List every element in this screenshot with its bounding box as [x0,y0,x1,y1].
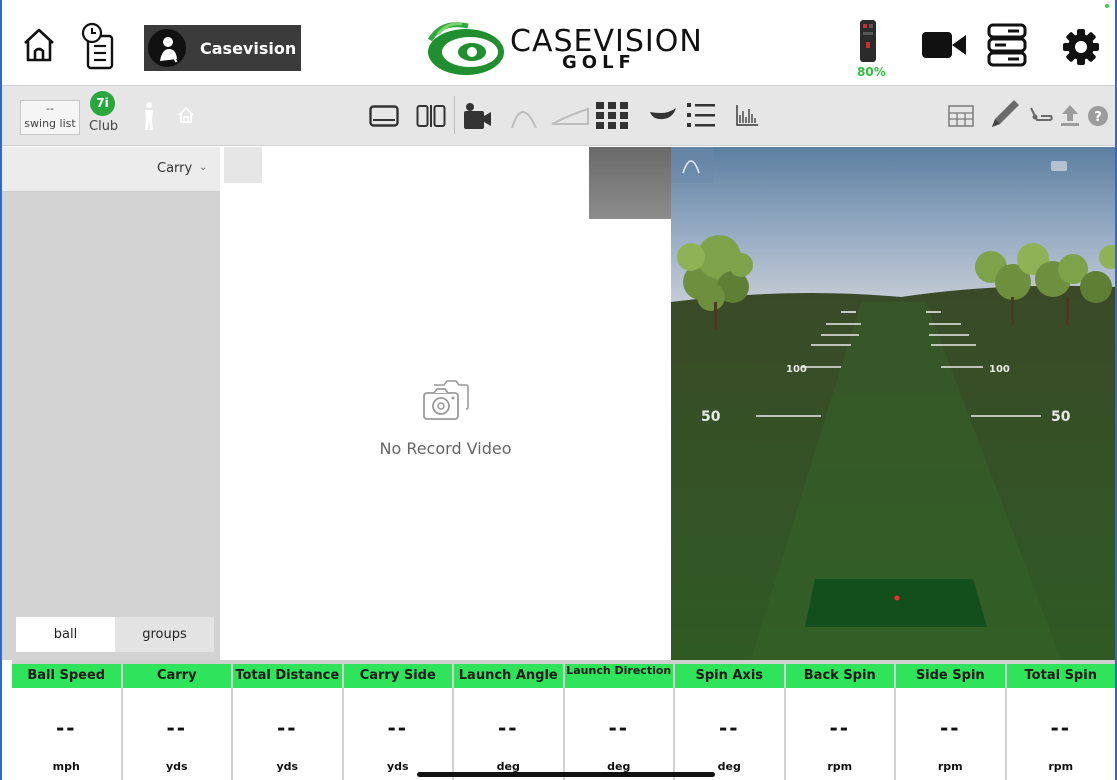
stat-label: Carry [122,664,231,688]
stat-launch-direction: Launch Direction -- deg [564,664,673,780]
split-view-icon[interactable] [416,104,446,132]
golfer-icon[interactable] [142,102,156,134]
stat-label: Spin Axis [675,664,784,688]
casevision-logo: CASEVISION GOLF [422,18,722,78]
stat-unit: rpm [937,760,963,773]
stat-value: -- [829,716,851,740]
stat-carry: Carry -- yds [122,664,231,780]
video-panel-toggle[interactable] [224,147,262,183]
stat-carry-side: Carry Side -- yds [343,664,452,780]
range-home-icon[interactable] [177,106,195,128]
video-thumbnail[interactable] [589,147,671,219]
stat-value: -- [718,716,740,740]
stat-value: -- [276,716,298,740]
stat-unit: rpm [1048,760,1074,773]
toolbar: -- swing list 7i Club ? [2,86,1115,146]
stat-unit: rpm [827,760,853,773]
stat-back-spin: Back Spin -- rpm [785,664,894,780]
stat-label: Total Spin [1006,664,1115,688]
gear-icon[interactable] [1062,28,1100,70]
stat-unit: mph [52,760,80,773]
putter-icon[interactable] [1029,106,1053,128]
list-view-icon[interactable] [686,101,716,133]
swing-list-label: swing list [24,117,76,130]
club-head-icon[interactable] [649,106,677,126]
range-marker-50-right: 50 [1051,409,1071,425]
stat-ball-speed: Ball Speed -- mph [12,664,121,780]
camera-view-icon[interactable] [462,102,492,134]
no-record-video-text: No Record Video [379,439,512,458]
battery-percent: 80% [857,65,886,79]
stat-value: -- [939,716,961,740]
stat-value: -- [497,716,519,740]
chart-icon[interactable] [735,103,759,131]
avatar [148,29,186,67]
range-3d-view[interactable]: 100 100 50 50 [671,147,1115,660]
table-icon[interactable] [948,105,974,131]
stat-total-distance: Total Distance -- yds [233,664,342,780]
device-list-icon[interactable] [986,23,1028,71]
sort-dropdown[interactable]: Carry ⌄ [2,147,220,192]
stat-launch-angle: Launch Angle -- deg [454,664,563,780]
home-icon[interactable] [22,27,56,67]
app-window: Casevision CASEVISION GOLF 80% -- swing … [0,0,1117,780]
stat-unit: yds [165,760,188,773]
club-label[interactable]: Club [89,119,118,134]
logo-subtext: GOLF [562,52,636,73]
single-view-icon[interactable] [369,105,399,131]
stat-side-spin: Side Spin -- rpm [896,664,1005,780]
user-name: Casevision [200,38,297,58]
stat-total-spin: Total Spin -- rpm [1006,664,1115,780]
stat-value: -- [608,716,630,740]
club-badge[interactable]: 7i [90,91,115,116]
status-dot [1105,4,1109,8]
shot-stats-bar: Ball Speed -- mph Carry -- yds Total Dis… [12,660,1115,780]
stat-label: Launch Angle [454,664,563,688]
stat-label: Ball Speed [12,664,121,688]
home-indicator[interactable] [417,772,715,777]
stat-value: -- [387,716,409,740]
stat-label: Side Spin [896,664,1005,688]
stat-label: Back Spin [785,664,894,688]
trajectory-side-icon[interactable] [510,102,540,134]
tab-ball[interactable]: ball [16,617,115,652]
golfer-avatar-icon [151,32,184,65]
top-header: Casevision CASEVISION GOLF 80% [2,0,1115,86]
video-panel: No Record Video [220,147,671,660]
stat-label: Carry Side [343,664,452,688]
stat-value: -- [166,716,188,740]
sort-dropdown-value: Carry [157,161,193,176]
grid-view-icon[interactable] [595,101,629,135]
video-camera-icon[interactable] [921,30,967,64]
trajectory-top-icon[interactable] [550,107,590,130]
user-account-chip[interactable]: Casevision [144,25,301,71]
range-marker-100-right: 100 [989,364,1010,375]
stat-unit: yds [276,760,299,773]
toolbar-divider [454,96,456,138]
range-marker-100-left: 100 [786,364,807,375]
tab-groups[interactable]: groups [115,617,214,652]
stat-label: Launch Direction [564,664,673,688]
battery-icon [857,18,879,68]
help-icon[interactable]: ? [1087,105,1109,131]
range-scene: 100 100 50 50 [671,147,1115,660]
pen-icon[interactable] [988,97,1022,135]
chevron-down-icon: ⌄ [199,162,208,173]
history-icon[interactable] [80,22,122,74]
logo-swoosh-icon [427,22,504,75]
stat-value: -- [55,716,77,740]
swing-list-value: -- [46,102,54,115]
stat-value: -- [1050,716,1072,740]
stat-spin-axis: Spin Axis -- deg [675,664,784,780]
list-mode-segment: ball groups [16,617,214,652]
stat-label: Total Distance [233,664,342,688]
range-marker-50-left: 50 [701,409,721,425]
swing-list-button[interactable]: -- swing list [20,100,80,135]
upload-icon[interactable] [1059,103,1081,131]
shot-list-panel: Carry ⌄ ball groups [2,147,220,660]
svg-text:?: ? [1094,110,1102,125]
no-video-camera-icon [420,379,470,427]
